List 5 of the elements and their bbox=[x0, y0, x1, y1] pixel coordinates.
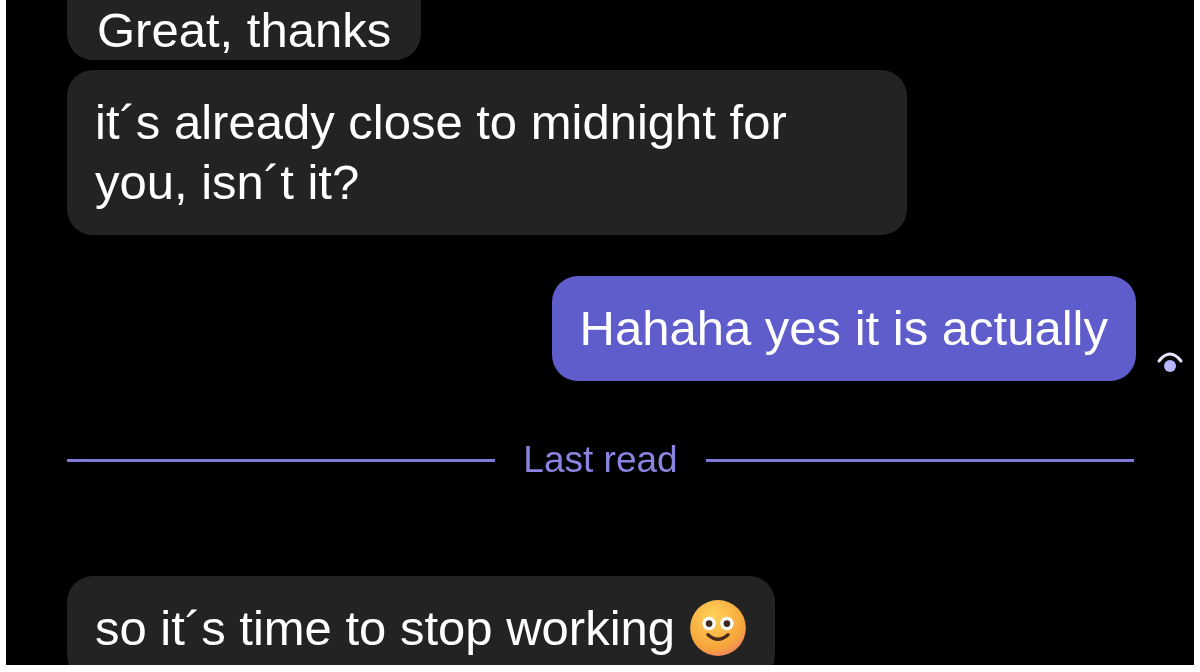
last-read-label: Last read bbox=[523, 439, 678, 481]
received-message: it´s already close to midnight for you, isn´t it? bbox=[67, 70, 907, 235]
received-message: Great, thanks bbox=[67, 0, 422, 60]
received-message: so it´s time to stop working bbox=[67, 576, 776, 665]
sent-message: Hahaha yes it is actually bbox=[551, 276, 1136, 381]
